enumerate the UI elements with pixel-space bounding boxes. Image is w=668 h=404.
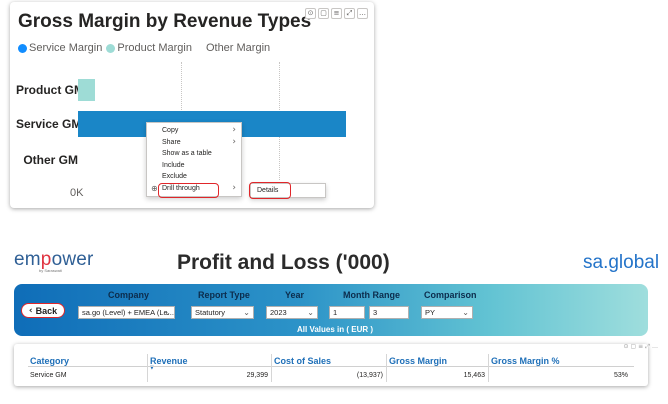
- column-header[interactable]: Cost of Sales: [274, 356, 331, 366]
- table-cell: 15,463: [463, 372, 485, 379]
- report-type-value: Statutory: [195, 308, 226, 317]
- column-header[interactable]: Gross Margin: [389, 356, 447, 366]
- context-menu-label: Exclude: [162, 173, 187, 180]
- context-menu-item-copy[interactable]: Copy ›: [147, 125, 241, 137]
- values-note: All Values in ( EUR ): [297, 325, 374, 334]
- year-dropdown[interactable]: 2023 ⌄: [266, 306, 318, 319]
- x-tick-label: 0K: [70, 187, 84, 199]
- details-highlight: [249, 182, 291, 199]
- year-label: Year: [285, 290, 305, 300]
- year-value: 2023: [270, 308, 287, 317]
- category-label: Service GM: [16, 117, 82, 131]
- table-cell: 53%: [613, 372, 628, 379]
- month-from-input[interactable]: 1: [329, 306, 365, 319]
- category-label: Other GM: [23, 153, 78, 167]
- context-menu-label: Copy: [162, 127, 179, 134]
- drill-through-icon: ⊕: [151, 183, 158, 193]
- column-separator: [386, 354, 387, 382]
- report-type-dropdown[interactable]: Statutory ⌄: [191, 306, 254, 319]
- month-from-value: 1: [333, 308, 338, 317]
- column-separator: [271, 354, 272, 382]
- comparison-label: Comparison: [424, 290, 477, 300]
- saglobal-logo: sa.global: [583, 252, 660, 273]
- context-menu-label: Show as a table: [162, 150, 212, 157]
- chevron-right-icon: ›: [232, 136, 236, 147]
- context-menu-label: Share: [162, 138, 181, 146]
- context-menu-item-exclude[interactable]: Exclude: [147, 171, 241, 183]
- company-value: sa.go (Level) + EMEA (Le...: [82, 308, 174, 317]
- column-header[interactable]: Gross Margin %: [491, 356, 560, 366]
- company-dropdown[interactable]: sa.go (Level) + EMEA (Le... ⌄: [78, 306, 175, 319]
- context-menu-item-include[interactable]: Include: [147, 160, 241, 172]
- chevron-down-icon: ⌄: [243, 308, 250, 317]
- column-separator: [488, 354, 489, 382]
- month-range-label: Month Range: [343, 290, 400, 300]
- table-cell: 29,399: [246, 372, 268, 379]
- chevron-down-icon: ⌄: [462, 308, 469, 317]
- report-title: Profit and Loss ('000): [177, 251, 390, 274]
- context-menu-item-share[interactable]: Share ›: [147, 137, 241, 149]
- header-divider: [28, 366, 634, 367]
- chevron-right-icon: ›: [232, 125, 236, 135]
- empower-tagline: by Saraswati: [39, 268, 62, 273]
- column-header[interactable]: Category: [30, 356, 69, 366]
- context-menu-item-show-as-a-table[interactable]: Show as a table: [147, 148, 241, 160]
- back-button[interactable]: ‹ Back: [21, 303, 65, 318]
- table-visual-header-icons[interactable]: ⊙▢≡⤢…: [623, 343, 660, 351]
- drill-through-highlight: [158, 183, 219, 198]
- bar-product-margin[interactable]: [78, 79, 96, 101]
- company-label: Company: [108, 290, 150, 300]
- comparison-dropdown[interactable]: PY ⌄: [421, 306, 473, 319]
- table-cell: Service GM: [30, 372, 67, 379]
- column-separator: [147, 354, 148, 382]
- month-to-value: 3: [373, 308, 378, 317]
- chevron-left-icon: ‹: [28, 305, 33, 316]
- comparison-value: PY: [425, 308, 436, 317]
- context-menu-label: Include: [162, 161, 185, 169]
- back-button-label: Back: [35, 305, 58, 316]
- column-header[interactable]: Revenue: [150, 356, 188, 366]
- table-cell: (13,937): [356, 372, 383, 379]
- report-type-label: Report Type: [198, 290, 250, 300]
- chevron-down-icon: ⌄: [164, 308, 171, 317]
- month-to-input[interactable]: 3: [369, 306, 409, 319]
- category-label: Product GM: [16, 83, 84, 97]
- chevron-right-icon: ›: [232, 182, 236, 193]
- chevron-down-icon: ⌄: [307, 308, 314, 317]
